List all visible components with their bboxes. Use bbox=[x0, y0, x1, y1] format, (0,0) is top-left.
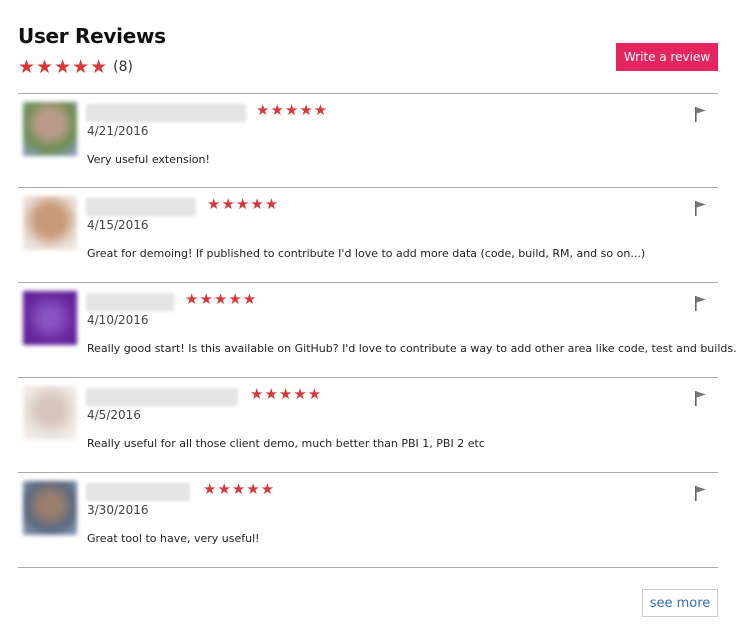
write-review-button[interactable]: Write a review bbox=[616, 43, 718, 71]
review-comment: Really useful for all those client demo,… bbox=[87, 437, 485, 450]
review-date: 4/15/2016 bbox=[87, 218, 149, 232]
review-item: ★★★★★ 4/15/2016 Great for demoing! If pu… bbox=[18, 188, 718, 283]
reviewer-name-blurred bbox=[86, 483, 190, 501]
flag-icon[interactable] bbox=[694, 390, 708, 406]
flag-icon[interactable] bbox=[694, 200, 708, 216]
avatar bbox=[23, 102, 77, 156]
review-count: (8) bbox=[113, 59, 134, 75]
rating-stars: ★★★★★ bbox=[18, 56, 109, 78]
review-stars: ★★★★★ bbox=[250, 385, 323, 403]
review-item: ★★★★★ 4/10/2016 Really good start! Is th… bbox=[18, 283, 737, 378]
avatar bbox=[23, 386, 77, 440]
see-more-button[interactable]: see more bbox=[642, 589, 718, 617]
review-stars: ★★★★★ bbox=[256, 101, 329, 119]
review-comment: Great tool to have, very useful! bbox=[87, 532, 260, 545]
review-comment: Great for demoing! If published to contr… bbox=[87, 247, 646, 260]
review-date: 4/5/2016 bbox=[87, 408, 141, 422]
review-item: ★★★★★ 3/30/2016 Great tool to have, very… bbox=[18, 473, 718, 568]
page-title: User Reviews bbox=[18, 24, 166, 48]
reviewer-name-blurred bbox=[86, 388, 238, 406]
review-comment: Very useful extension! bbox=[87, 153, 210, 166]
avatar bbox=[23, 196, 77, 250]
reviewer-name-blurred bbox=[86, 104, 246, 122]
review-stars: ★★★★★ bbox=[207, 195, 280, 213]
review-date: 3/30/2016 bbox=[87, 503, 149, 517]
reviewer-name-blurred bbox=[86, 293, 174, 311]
rating-summary: ★★★★★ (8) bbox=[18, 56, 133, 78]
review-list: ★★★★★ 4/21/2016 Very useful extension! ★… bbox=[18, 93, 737, 568]
reviewer-name-blurred bbox=[86, 198, 196, 216]
review-date: 4/10/2016 bbox=[87, 313, 149, 327]
avatar bbox=[23, 481, 77, 535]
review-item: ★★★★★ 4/21/2016 Very useful extension! bbox=[18, 94, 718, 188]
review-stars: ★★★★★ bbox=[203, 480, 276, 498]
avatar bbox=[23, 291, 77, 345]
review-item: ★★★★★ 4/5/2016 Really useful for all tho… bbox=[18, 378, 718, 473]
review-stars: ★★★★★ bbox=[185, 290, 258, 308]
flag-icon[interactable] bbox=[694, 295, 708, 311]
flag-icon[interactable] bbox=[694, 485, 708, 501]
review-comment: Really good start! Is this available on … bbox=[87, 342, 737, 355]
review-date: 4/21/2016 bbox=[87, 124, 149, 138]
flag-icon[interactable] bbox=[694, 106, 708, 122]
